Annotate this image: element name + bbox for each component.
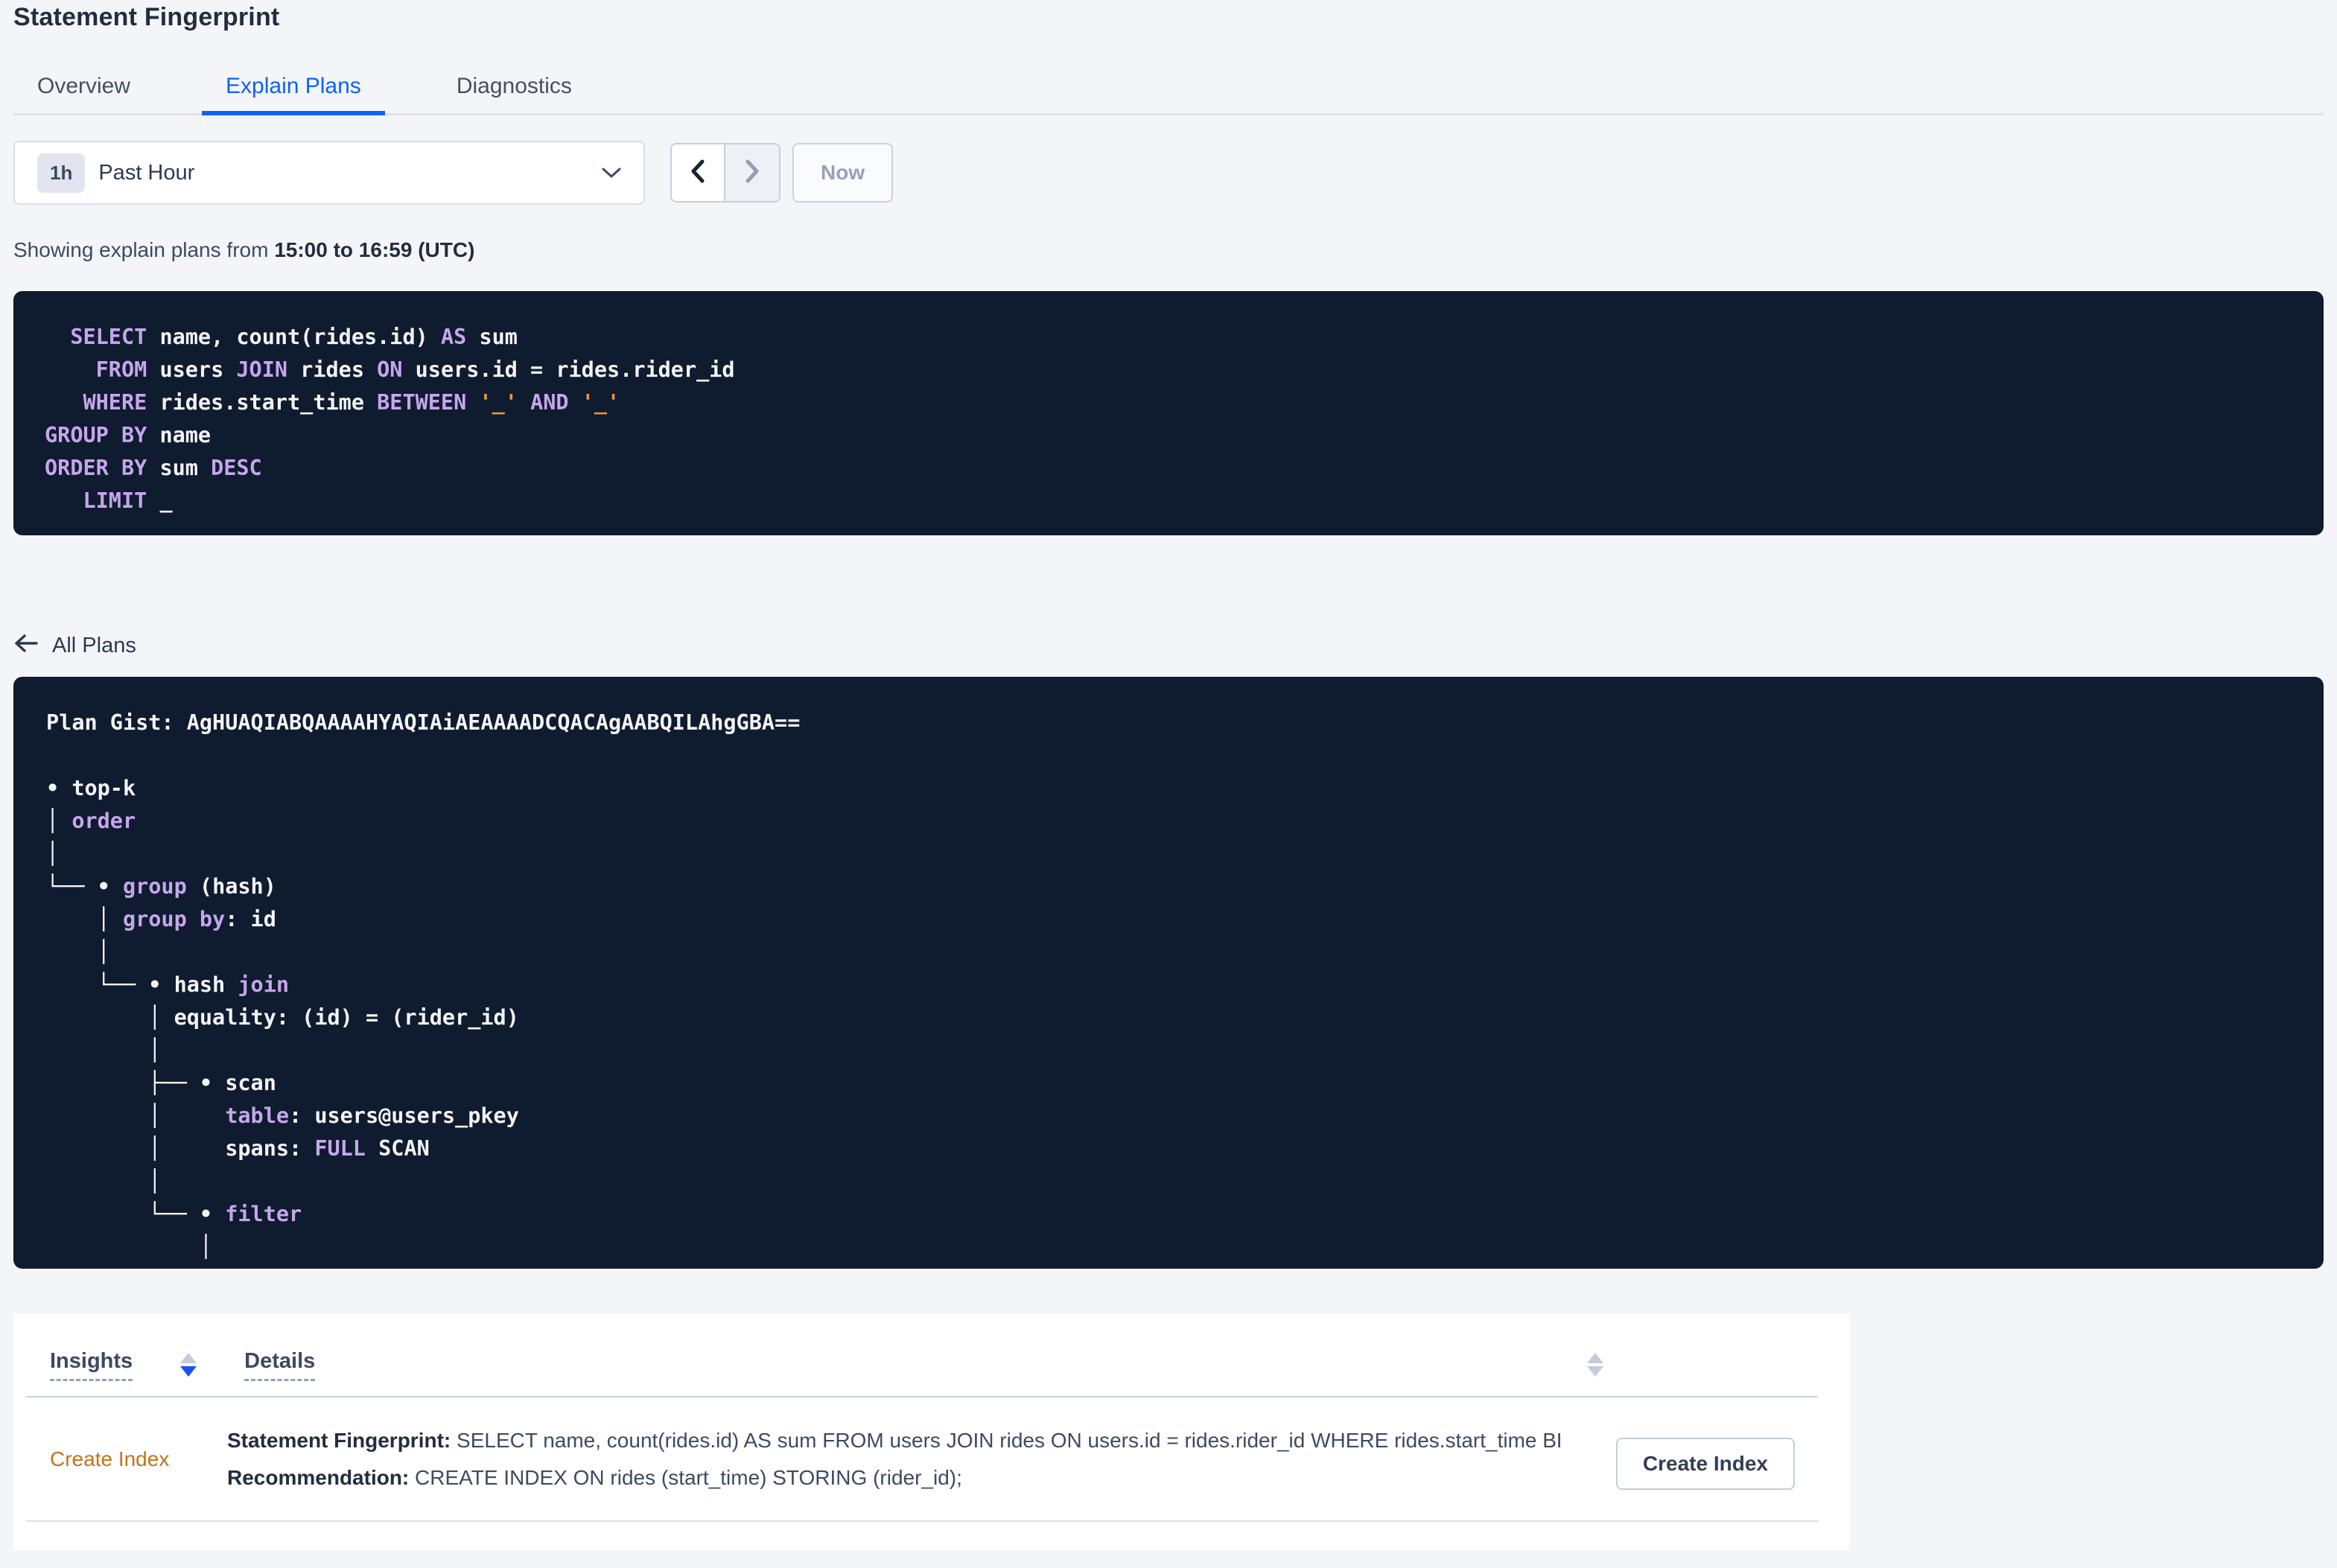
code-line: • top-k [46, 776, 136, 800]
code-line: WHERE rides.start_time BETWEEN '_' AND '… [83, 390, 620, 415]
detail-line: Recommendation: CREATE INDEX ON rides (s… [227, 1465, 962, 1489]
sql-statement-block: SELECT name, count(rides.id) AS sum FROM… [13, 291, 2324, 535]
code-line: Plan Gist: AgHUAQIABQAAAAHYAQIAiAEAAAADC… [46, 710, 801, 735]
all-plans-link[interactable]: All Plans [13, 633, 136, 658]
arrow-left-icon [13, 633, 39, 658]
column-header-insights[interactable]: Insights [50, 1349, 133, 1381]
create-index-button[interactable]: Create Index [1615, 1438, 1795, 1490]
chevron-down-icon [600, 165, 623, 180]
next-time-button[interactable] [725, 144, 779, 201]
now-button[interactable]: Now [792, 143, 894, 203]
showing-plans-caption: Showing explain plans from 15:00 to 16:5… [13, 238, 475, 261]
time-range-badge: 1h [37, 153, 86, 193]
code-line: │ [46, 1234, 213, 1259]
code-line: │ [46, 1038, 162, 1062]
time-range-select[interactable]: 1h Past Hour [13, 141, 645, 205]
code-line: │ spans: FULL SCAN [46, 1136, 430, 1161]
all-plans-label: All Plans [52, 634, 136, 657]
time-pager [670, 143, 780, 203]
time-range-label: Past Hour [98, 160, 195, 185]
page-title: Statement Fingerprint [13, 3, 280, 31]
code-line: SELECT name, count(rides.id) AS sum [70, 325, 518, 349]
previous-time-button[interactable] [672, 144, 725, 201]
insights-table-header: Insights Details [13, 1313, 1849, 1381]
time-controls: 1h Past Hour Now [13, 141, 2324, 205]
insights-table-card: Insights Details Create Index Statement … [13, 1313, 1849, 1550]
code-line: │ equality: (id) = (rider_id) [46, 1005, 519, 1030]
code-line: └── • hash join [46, 972, 290, 997]
chevron-left-icon [688, 159, 708, 188]
tab-overview[interactable]: Overview [13, 73, 154, 115]
column-header-details[interactable]: Details [244, 1349, 316, 1381]
plan-gist-block: Plan Gist: AgHUAQIABQAAAAHYAQIAiAEAAAADC… [13, 677, 2324, 1269]
code-line: LIMIT _ [83, 488, 173, 513]
details-cell: Statement Fingerprint: SELECT name, coun… [227, 1428, 1560, 1491]
code-line: ORDER BY sum DESC [45, 456, 262, 480]
chevron-right-icon [743, 159, 762, 188]
table-row: Create Index Statement Fingerprint: SELE… [13, 1398, 1849, 1520]
code-line: │ order [46, 809, 136, 833]
detail-line: Statement Fingerprint: SELECT name, coun… [227, 1428, 1560, 1452]
code-line: │ table: users@users_pkey [46, 1103, 519, 1128]
sort-icon[interactable] [180, 1353, 197, 1377]
row-divider [26, 1520, 1818, 1522]
code-line: │ group by: id [46, 907, 276, 931]
code-line: │ [46, 841, 60, 866]
code-line: └── • filter [46, 1202, 302, 1226]
code-line: └── • group (hash) [46, 874, 276, 899]
insight-cell: Create Index [50, 1447, 227, 1471]
tab-diagnostics[interactable]: Diagnostics [433, 73, 596, 115]
tab-explain-plans[interactable]: Explain Plans [202, 73, 385, 115]
sort-icon[interactable] [1587, 1353, 1603, 1377]
code-line: ├── • scan [46, 1071, 276, 1095]
create-index-link[interactable]: Create Index [50, 1447, 169, 1470]
code-line: GROUP BY name [45, 423, 212, 447]
code-line: FROM users JOIN rides ON users.id = ride… [95, 357, 735, 382]
tab-bar: Overview Explain Plans Diagnostics [13, 73, 2324, 115]
code-line: │ [46, 940, 110, 964]
code-line: │ [46, 1169, 162, 1193]
